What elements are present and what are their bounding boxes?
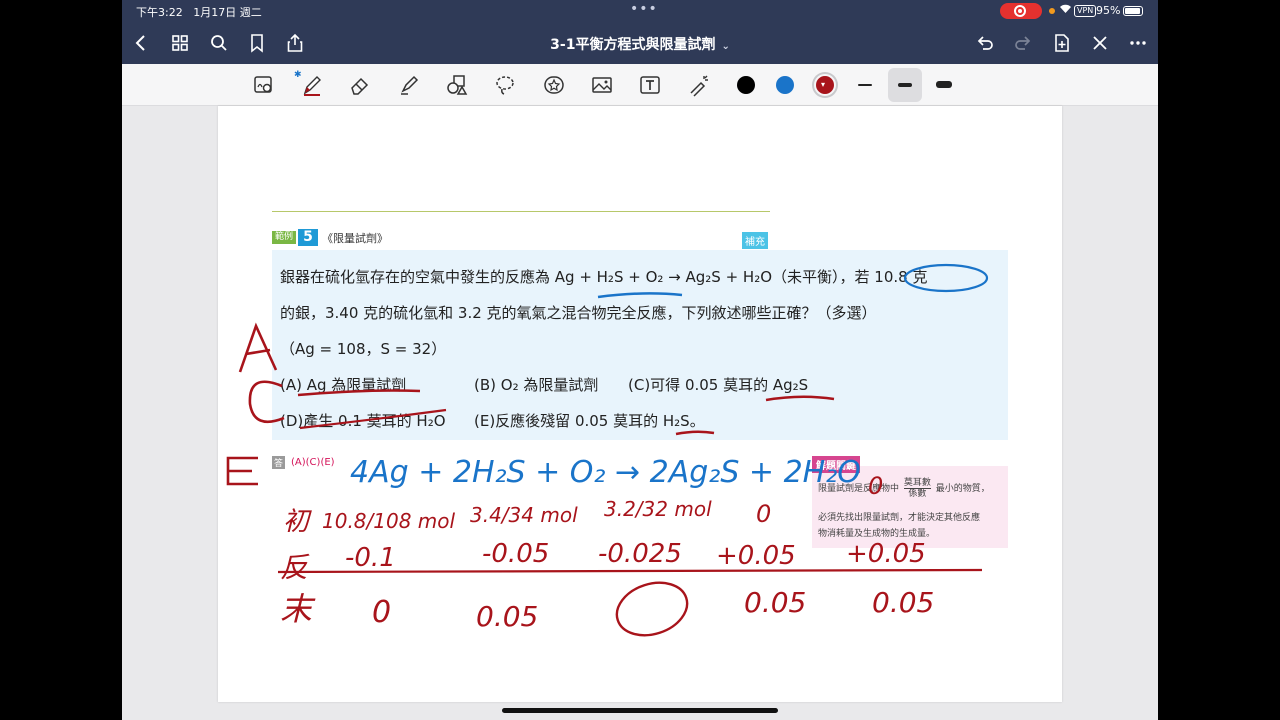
zoom-window-icon[interactable] <box>250 72 278 98</box>
example-topic: 《限量試劑》 <box>322 231 389 245</box>
battery-percent: 95% <box>1096 4 1121 17</box>
undo-icon[interactable] <box>972 30 998 56</box>
pen-tool-icon[interactable] <box>298 72 326 98</box>
eraser-tool-icon[interactable] <box>346 72 374 98</box>
lasso-tool-icon[interactable] <box>491 72 519 98</box>
option-d: (D)產生 0.1 莫耳的 H₂O <box>280 412 446 430</box>
battery-icon <box>1123 6 1143 16</box>
add-page-icon[interactable] <box>1049 30 1075 56</box>
ipad-screen: 下午3:22 1月17日 週二 ••• VPN 95% 3-1平衡方程式與限量試… <box>122 0 1158 720</box>
question-line-2: 的銀，3.40 克的硫化氫和 3.2 克的氧氣之混合物完全反應，下列敘述哪些正確… <box>280 304 877 322</box>
question-box: 銀器在硫化氫存在的空氣中發生的反應為 Ag + H₂S + O₂ → Ag₂S … <box>272 250 1008 440</box>
more-icon[interactable] <box>1125 30 1151 56</box>
option-e: (E)反應後殘留 0.05 莫耳的 H₂S。 <box>474 412 705 430</box>
question-line-1: 銀器在硫化氫存在的空氣中發生的反應為 Ag + H₂S + O₂ → Ag₂S … <box>280 268 928 286</box>
solution-key-title: 解題關鍵 <box>812 456 860 473</box>
option-a: (A) Ag 為限量試劑 <box>280 376 407 394</box>
question-line-3: （Ag = 108，S = 32） <box>280 340 447 358</box>
stroke-width-thin[interactable] <box>858 84 872 86</box>
example-header: 範例 5 《限量試劑》 <box>272 229 389 246</box>
option-c: (C)可得 0.05 莫耳的 Ag₂S <box>628 376 809 394</box>
answer-label: 答 <box>272 456 286 469</box>
example-number: 5 <box>298 229 319 246</box>
screen-recording-icon[interactable] <box>1000 3 1042 19</box>
wifi-icon <box>1059 3 1072 17</box>
answer-value: (A)(C)(E) <box>291 457 335 468</box>
solution-key-box: 解題關鍵 限量試劑是反應物中 莫耳數 係數 最小的物質， 必須先找出限量試劑，才… <box>812 456 1008 548</box>
laser-pointer-icon[interactable] <box>685 72 713 98</box>
color-black-swatch[interactable] <box>737 76 755 94</box>
home-indicator[interactable] <box>502 708 778 713</box>
vpn-badge: VPN <box>1074 5 1097 17</box>
color-blue-swatch[interactable] <box>776 76 794 94</box>
chevron-down-icon: ▾ <box>821 80 826 89</box>
document-title[interactable]: 3-1平衡方程式與限量試劑 ⌄ <box>122 34 1158 54</box>
mic-indicator-icon <box>1049 8 1055 14</box>
key-line-3: 物消耗量及生成物的生成量。 <box>818 529 936 539</box>
section-divider <box>272 211 770 212</box>
bluetooth-icon: ✱ <box>294 70 302 80</box>
supplement-badge: 補充 <box>742 232 768 249</box>
image-tool-icon[interactable] <box>588 72 616 98</box>
highlighter-tool-icon[interactable] <box>395 72 423 98</box>
redo-icon[interactable] <box>1010 30 1036 56</box>
status-time: 下午3:22 1月17日 週二 <box>136 6 262 19</box>
key-line-1: 限量試劑是反應物中 莫耳數 係數 最小的物質， <box>818 478 990 499</box>
key-line-2: 必須先找出限量試劑，才能決定其他反應 <box>818 513 981 523</box>
stroke-width-medium[interactable] <box>898 83 912 87</box>
example-label: 範例 <box>272 231 297 244</box>
text-tool-icon[interactable] <box>636 72 664 98</box>
navigation-bar: 3-1平衡方程式與限量試劑 ⌄ <box>122 22 1158 64</box>
status-bar: 下午3:22 1月17日 週二 ••• VPN 95% <box>122 0 1158 22</box>
close-icon[interactable] <box>1087 30 1113 56</box>
sticker-tool-icon[interactable] <box>540 72 568 98</box>
chevron-down-icon: ⌄ <box>721 41 730 52</box>
shapes-tool-icon[interactable] <box>443 72 471 98</box>
stroke-width-thick[interactable] <box>936 81 952 88</box>
option-b: (B) O₂ 為限量試劑 <box>474 376 599 394</box>
answer-row: 答 (A)(C)(E) <box>272 456 335 469</box>
multitasking-dots-icon[interactable]: ••• <box>630 1 658 17</box>
document-page[interactable]: 範例 5 《限量試劑》 補充 銀器在硫化氫存在的空氣中發生的反應為 Ag + H… <box>218 106 1062 702</box>
